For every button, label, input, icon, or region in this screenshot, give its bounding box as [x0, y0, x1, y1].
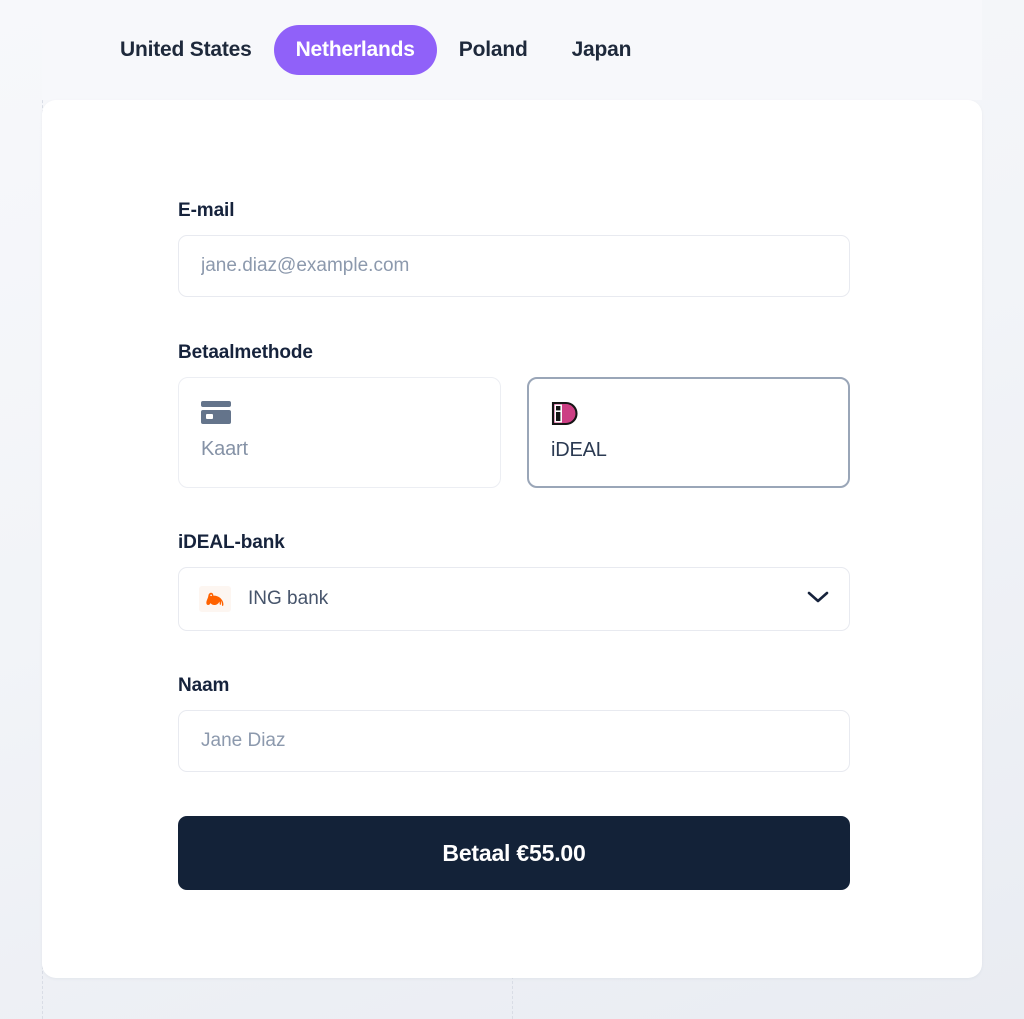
payment-method-label: Betaalmethode — [178, 342, 313, 363]
payment-method-ideal-label: iDEAL — [551, 439, 607, 461]
tab-netherlands[interactable]: Netherlands — [273, 25, 437, 75]
bank-select[interactable]: ING bank — [178, 567, 850, 631]
payment-method-group: Kaart iDEAL — [178, 377, 850, 488]
tab-japan[interactable]: Japan — [550, 25, 654, 75]
email-label: E-mail — [178, 200, 235, 221]
tab-poland[interactable]: Poland — [437, 25, 550, 75]
ideal-logo-icon — [551, 399, 826, 427]
email-input[interactable] — [178, 235, 850, 297]
name-input[interactable] — [178, 710, 850, 772]
bank-label: iDEAL-bank — [178, 532, 285, 553]
country-tab-bar: United States Netherlands Poland Japan — [42, 0, 982, 100]
payment-method-card[interactable]: Kaart — [178, 377, 501, 488]
credit-card-icon — [201, 398, 478, 426]
name-label: Naam — [178, 675, 230, 696]
ing-lion-icon — [199, 586, 231, 612]
checkout-form: E-mail Betaalmethode Kaart — [178, 200, 850, 890]
bank-select-value: ING bank — [248, 588, 329, 609]
payment-method-ideal[interactable]: iDEAL — [527, 377, 850, 488]
payment-method-card-label: Kaart — [201, 438, 248, 460]
checkout-card: E-mail Betaalmethode Kaart — [42, 100, 982, 978]
pay-button[interactable]: Betaal €55.00 — [178, 816, 850, 890]
chevron-down-icon — [807, 590, 829, 609]
tab-united-states[interactable]: United States — [98, 25, 274, 75]
